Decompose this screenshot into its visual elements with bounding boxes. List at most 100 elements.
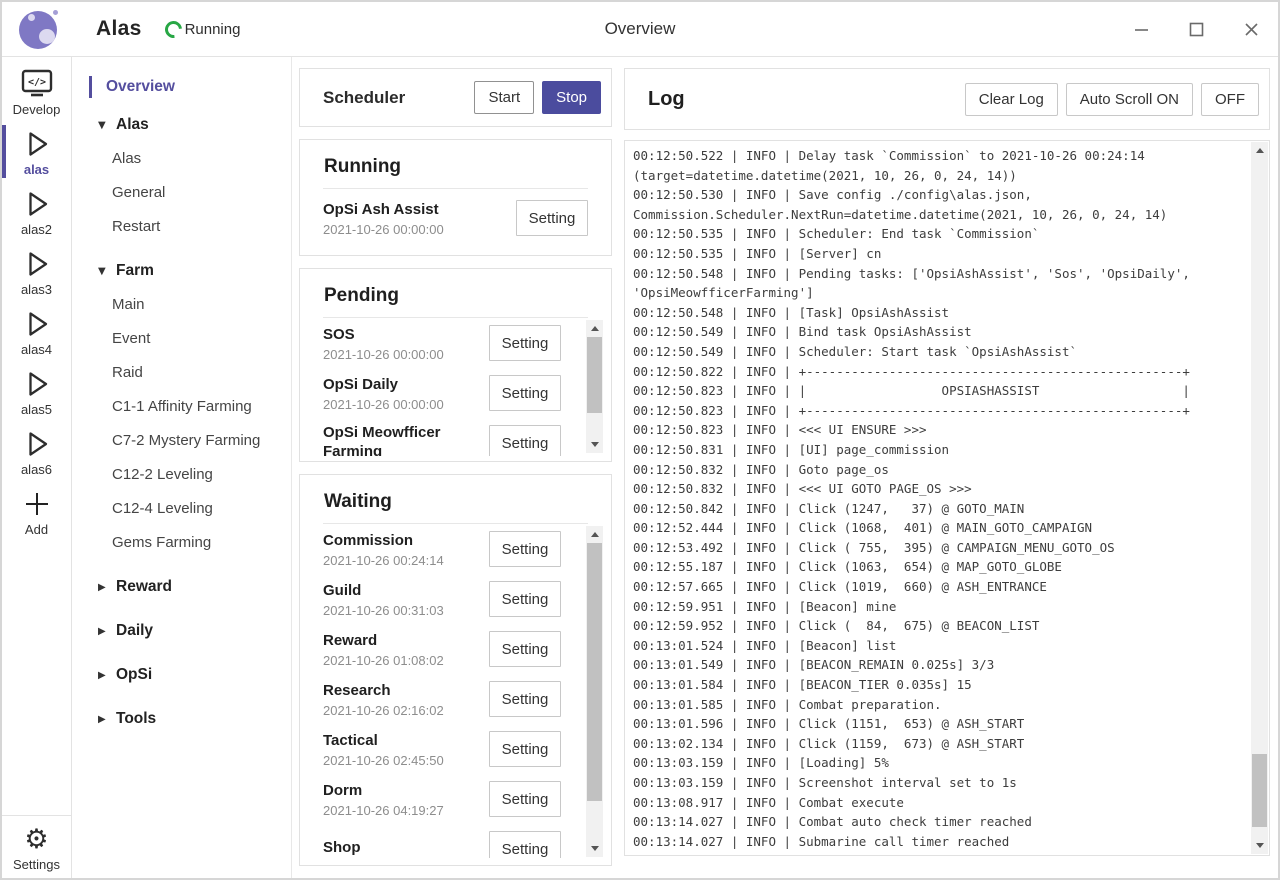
alas-logo-icon	[19, 9, 59, 49]
gear-icon: ⚙	[24, 822, 48, 856]
nav-group[interactable]: ▶Daily	[72, 614, 291, 648]
chevron-down-icon: ▼	[98, 109, 116, 143]
nav-item[interactable]: Raid	[72, 356, 291, 390]
nav-group-label: Alas	[116, 116, 149, 133]
sidebar-item-alas5[interactable]: alas5	[2, 362, 71, 421]
scroll-down-icon[interactable]	[586, 840, 603, 857]
sidebar-item-label: Add	[25, 522, 48, 537]
nav-item[interactable]: Event	[72, 322, 291, 356]
setting-button[interactable]: Setting	[489, 631, 561, 667]
start-button[interactable]: Start	[474, 81, 534, 114]
task-info: SOS2021-10-26 00:00:00	[323, 325, 444, 362]
nav-item[interactable]: Alas	[72, 142, 291, 176]
scrollbar-thumb[interactable]	[587, 337, 602, 413]
task-name: Reward	[323, 631, 444, 650]
log-title: Log	[648, 88, 685, 111]
setting-button[interactable]: Setting	[489, 681, 561, 717]
task-row: SOS2021-10-26 00:00:00 Setting	[323, 318, 588, 368]
stop-button[interactable]: Stop	[542, 81, 601, 114]
setting-button[interactable]: Setting	[489, 375, 561, 411]
task-name: OpSi Meowfficer Farming	[323, 423, 489, 457]
nav-group[interactable]: ▶OpSi	[72, 658, 291, 692]
setting-button[interactable]: Setting	[489, 781, 561, 817]
clear-log-button[interactable]: Clear Log	[965, 83, 1058, 116]
chevron-right-icon: ▶	[98, 703, 116, 737]
nav-group-label: Tools	[116, 710, 156, 727]
sidebar-item-alas3[interactable]: alas3	[2, 242, 71, 301]
waiting-list[interactable]: Commission2021-10-26 00:24:14SettingGuil…	[323, 524, 588, 858]
scroll-down-icon[interactable]	[586, 436, 603, 453]
sidebar-item-develop[interactable]: </>Develop	[2, 62, 71, 121]
task-info: Reward2021-10-26 01:08:02	[323, 631, 444, 668]
sidebar-item-label: alas5	[21, 402, 52, 417]
nav-item[interactable]: C7-2 Mystery Farming	[72, 424, 291, 458]
setting-button[interactable]: Setting	[489, 731, 561, 767]
nav-item[interactable]: C12-2 Leveling	[72, 458, 291, 492]
task-time: 2021-10-26 00:00:00	[323, 397, 444, 412]
task-row: ShopSetting	[323, 824, 588, 858]
sidebar-item-add[interactable]: Add	[2, 482, 71, 541]
nav-group[interactable]: ▼Alas	[72, 108, 291, 142]
sidebar-item-alas[interactable]: alas	[2, 122, 71, 181]
task-time: 2021-10-26 00:24:14	[323, 553, 444, 568]
setting-button[interactable]: Setting	[489, 325, 561, 361]
plus-icon	[22, 487, 52, 521]
nav-item[interactable]: Gems Farming	[72, 526, 291, 560]
maximize-icon[interactable]	[1183, 17, 1209, 43]
sidebar-item-alas6[interactable]: alas6	[2, 422, 71, 481]
sidebar-item-settings[interactable]: ⚙ Settings	[2, 815, 71, 878]
auto-scroll-off-button[interactable]: OFF	[1201, 83, 1259, 116]
running-spinner-icon	[161, 17, 185, 41]
play-icon	[21, 307, 53, 341]
task-row: Research2021-10-26 02:16:02 Setting	[323, 674, 588, 724]
setting-button[interactable]: Setting	[489, 581, 561, 617]
scroll-up-icon[interactable]	[586, 320, 603, 337]
scrollbar-thumb[interactable]	[587, 543, 602, 801]
log-column: Log Clear Log Auto Scroll ON OFF 00:12:5…	[624, 57, 1270, 878]
scroll-up-icon[interactable]	[1251, 142, 1268, 159]
close-icon[interactable]	[1238, 17, 1264, 43]
nav-item-active[interactable]: Overview	[89, 76, 291, 98]
running-title: Running	[323, 153, 588, 188]
nav-group[interactable]: ▼Farm	[72, 254, 291, 288]
sidebar-item-alas4[interactable]: alas4	[2, 302, 71, 361]
auto-scroll-on-button[interactable]: Auto Scroll ON	[1066, 83, 1193, 116]
task-info: Guild2021-10-26 00:31:03	[323, 581, 444, 618]
nav-item[interactable]: C1-1 Affinity Farming	[72, 390, 291, 424]
task-time: 2021-10-26 00:31:03	[323, 603, 444, 618]
pending-scrollbar[interactable]	[586, 320, 603, 453]
waiting-card: Waiting Commission2021-10-26 00:24:14Set…	[299, 474, 612, 866]
log-scrollbar[interactable]	[1251, 142, 1268, 854]
sidebar-item-label: Develop	[13, 102, 61, 117]
setting-button[interactable]: Setting	[489, 425, 561, 456]
scrollbar-thumb[interactable]	[1252, 754, 1267, 827]
task-info: Research2021-10-26 02:16:02	[323, 681, 444, 718]
task-time: 2021-10-26 02:45:50	[323, 753, 444, 768]
title-bar: Alas Running Overview	[2, 2, 1278, 57]
nav-menu: Overview▼AlasAlasGeneralRestart▼FarmMain…	[72, 57, 292, 878]
scroll-down-icon[interactable]	[1251, 837, 1268, 854]
page-title: Overview	[605, 19, 676, 39]
task-row: OpSi Daily2021-10-26 00:00:00Setting	[323, 368, 588, 418]
task-name: Dorm	[323, 781, 444, 800]
setting-button[interactable]: Setting	[489, 531, 561, 567]
nav-item[interactable]: General	[72, 176, 291, 210]
sidebar-item-alas2[interactable]: alas2	[2, 182, 71, 241]
scroll-up-icon[interactable]	[586, 526, 603, 543]
nav-item[interactable]: Restart	[72, 210, 291, 244]
task-row: OpSi Meowfficer FarmingSetting	[323, 418, 588, 456]
app-name: Alas	[96, 17, 142, 41]
log-viewport[interactable]: 00:12:50.522 | INFO | Delay task `Commis…	[624, 140, 1270, 856]
play-icon	[21, 427, 53, 461]
nav-group-label: Reward	[116, 578, 172, 595]
window-controls	[1128, 2, 1264, 57]
nav-group[interactable]: ▶Reward	[72, 570, 291, 604]
minimize-icon[interactable]	[1128, 17, 1154, 43]
waiting-scrollbar[interactable]	[586, 526, 603, 857]
setting-button[interactable]: Setting	[489, 831, 561, 858]
nav-group[interactable]: ▶Tools	[72, 702, 291, 736]
pending-list[interactable]: SOS2021-10-26 00:00:00SettingOpSi Daily2…	[323, 318, 588, 456]
nav-item[interactable]: C12-4 Leveling	[72, 492, 291, 526]
setting-button[interactable]: Setting	[516, 200, 588, 236]
nav-item[interactable]: Main	[72, 288, 291, 322]
